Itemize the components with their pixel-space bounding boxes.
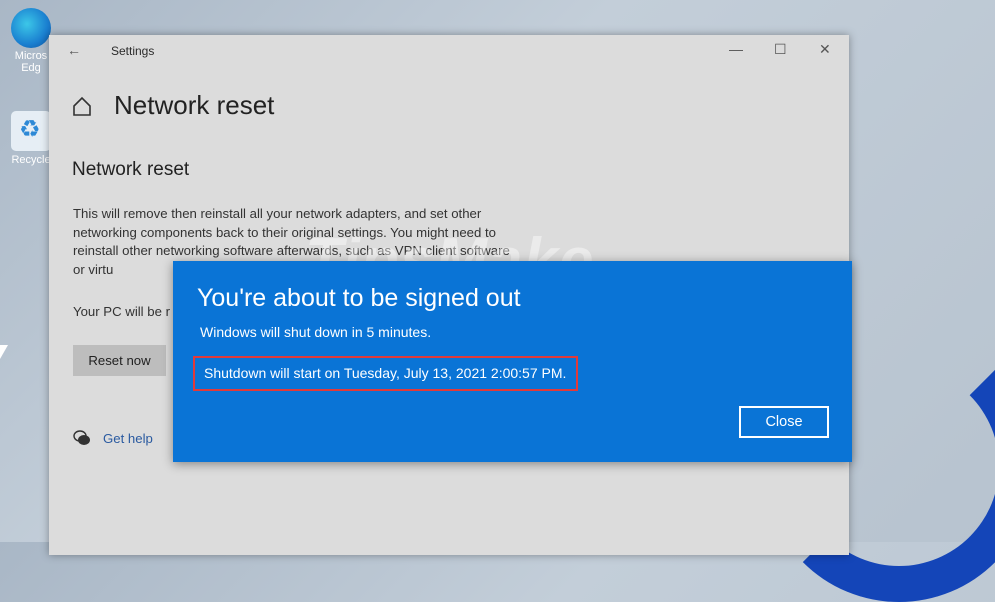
back-arrow-icon[interactable]: ← [67, 42, 81, 58]
get-help-link[interactable]: Get help [73, 430, 153, 446]
window-title: Settings [111, 44, 155, 58]
maximize-button[interactable]: ☐ [774, 41, 787, 58]
section-title: Network reset [72, 159, 190, 180]
chat-bubbles-icon [73, 430, 90, 445]
dialog-title: You're about to be signed out [197, 284, 521, 312]
recycle-bin-icon [10, 110, 52, 152]
home-icon[interactable] [71, 95, 93, 117]
dialog-subtitle: Windows will shut down in 5 minutes. [200, 324, 432, 340]
close-button[interactable]: Close [739, 406, 829, 438]
get-help-label: Get help [103, 430, 153, 446]
sign-out-dialog: You're about to be signed out Windows wi… [173, 261, 852, 462]
reset-now-button[interactable]: Reset now [73, 345, 166, 376]
shutdown-time-text: Shutdown will start on Tuesday, July 13,… [204, 365, 567, 381]
minimize-button[interactable]: — [729, 41, 743, 57]
edge-icon [11, 8, 51, 48]
close-window-button[interactable]: ✕ [819, 41, 831, 58]
pc-note-text: Your PC will be r [73, 304, 170, 319]
mouse-cursor-icon [0, 345, 8, 359]
page-title: Network reset [114, 90, 275, 120]
title-bar: ← Settings — ☐ ✕ [49, 35, 849, 65]
